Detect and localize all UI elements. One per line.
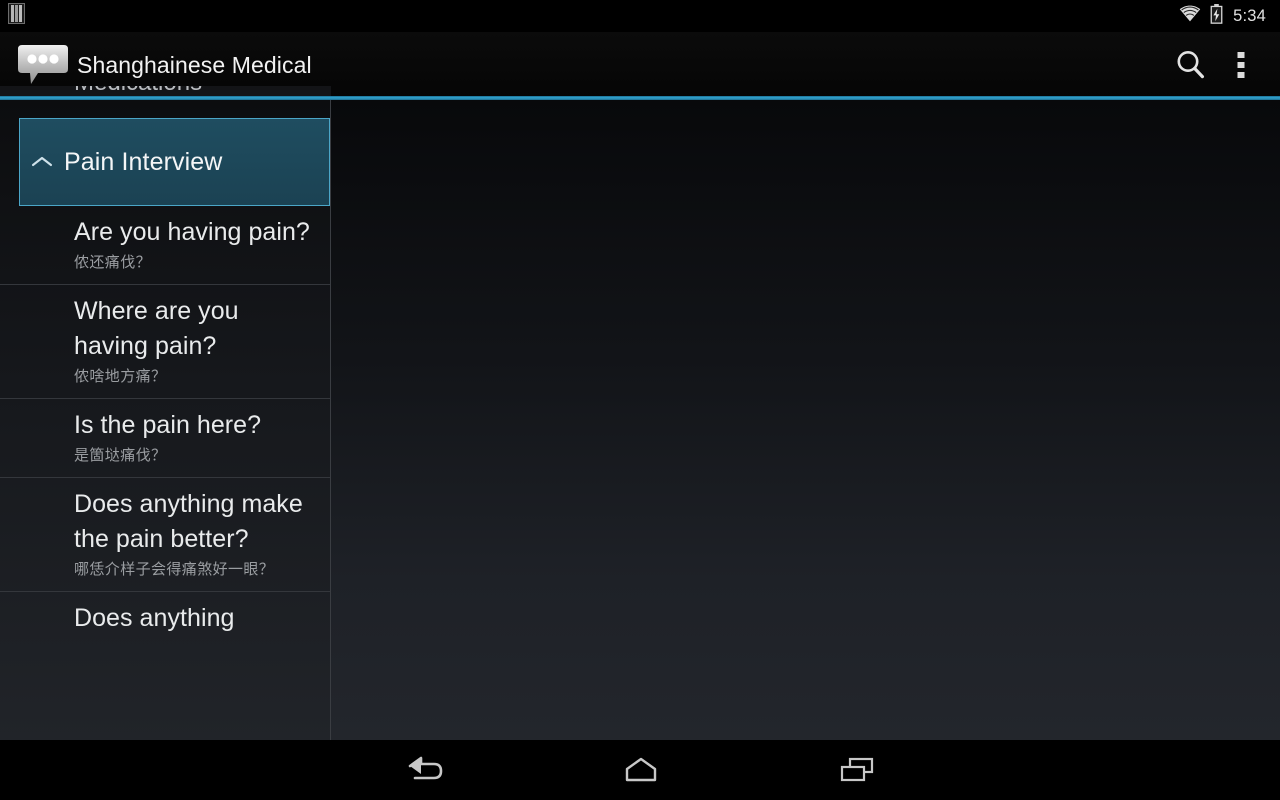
phrase-english: Are you having pain? [74,218,310,246]
detail-pane [331,100,1280,740]
list-item[interactable]: Where are you having pain? 侬啥地方痛？ [0,284,330,398]
group-header-pain-interview[interactable]: Pain Interview [19,118,330,206]
speech-bubble-icon [16,42,70,88]
phrase-english: Does anything [74,604,235,632]
recent-apps-icon[interactable] [782,740,932,800]
sim-card-icon [8,3,25,29]
phrase-english: Is the pain here? [74,411,262,439]
status-bar-left [8,3,25,29]
chevron-up-icon [20,154,64,170]
group-header-label: Pain Interview [64,147,223,176]
phrase-english: Does anything make the pain better? [74,490,303,553]
list-item[interactable]: Does anything make the pain better? 哪恁介样… [0,477,330,591]
list-item[interactable]: Does anything [0,591,330,648]
phrase-shanghainese: 侬啥地方痛？ [74,367,167,385]
status-bar-right: 5:34 [1179,3,1266,29]
status-bar-clock: 5:34 [1233,6,1266,25]
phrase-rows: Are you having pain? 侬还痛伐？ Where are you… [0,206,330,648]
phrase-shanghainese: 哪恁介样子会得痛煞好一眼？ [74,560,275,578]
wifi-icon [1179,5,1201,27]
system-navigation-bar [0,740,1280,800]
phrase-list-panel[interactable]: Pain Interview Are you having pain? 侬还痛伐… [0,100,331,740]
home-icon[interactable] [566,740,716,800]
list-item[interactable]: Are you having pain? 侬还痛伐？ [0,206,330,284]
battery-charging-icon [1210,3,1223,29]
status-bar: 5:34 [0,0,1280,32]
back-arrow-icon[interactable] [350,740,500,800]
phrase-shanghainese: 是箇垯痛伐？ [74,446,167,464]
list-item[interactable]: Is the pain here? 是箇垯痛伐？ [0,398,330,477]
app-title: Shanghainese Medical [77,51,312,78]
action-bar-accent-rule [0,96,1280,100]
main-content: Pain Interview Are you having pain? 侬还痛伐… [0,100,1280,740]
search-icon[interactable] [1162,32,1220,98]
overflow-menu-icon[interactable] [1220,32,1262,98]
android-screen: 5:34 Shanghainese Medical Pain Interview… [0,0,1280,800]
phrase-english: Where are you having pain? [74,297,239,360]
phrase-shanghainese: 侬还痛伐？ [74,253,152,271]
